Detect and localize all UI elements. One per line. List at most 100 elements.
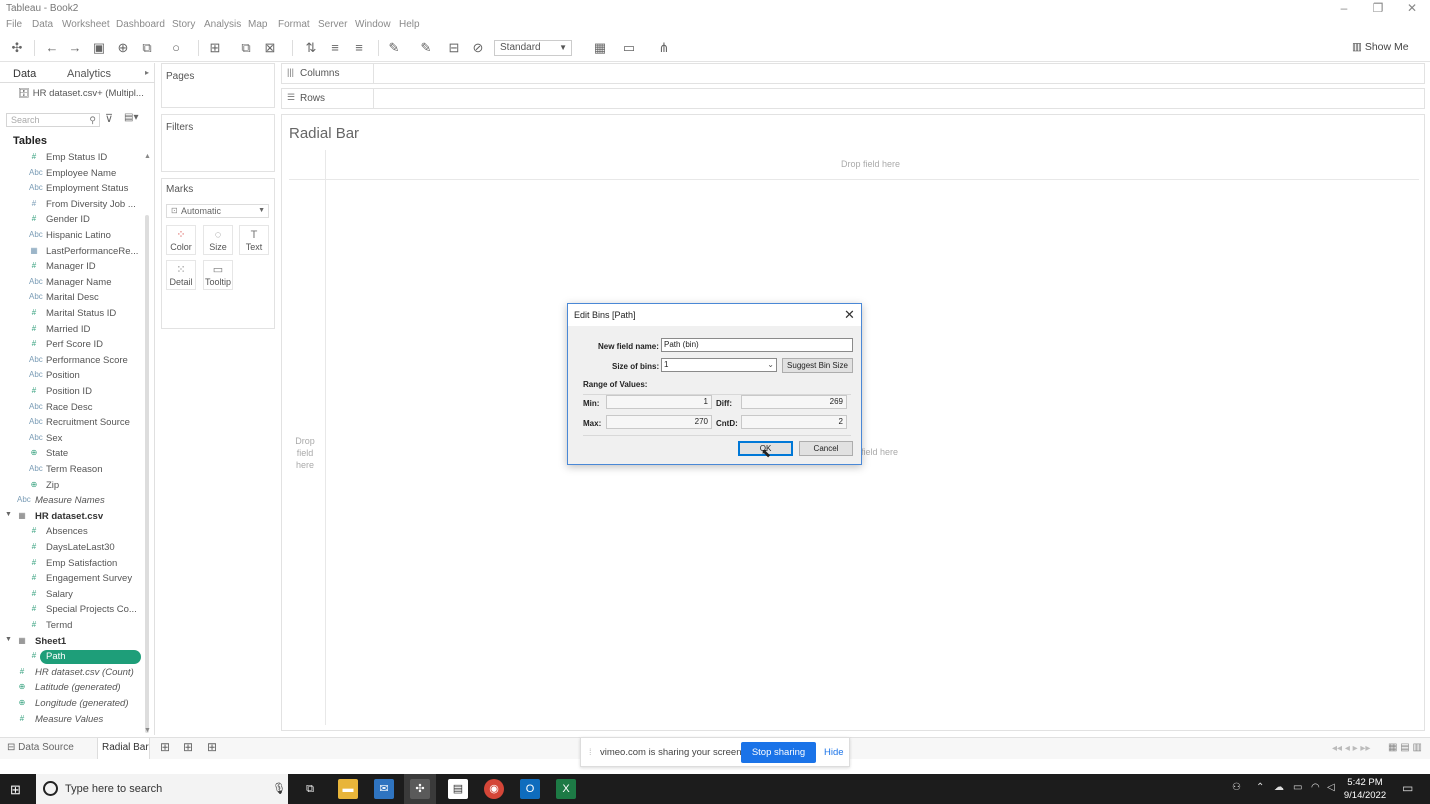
field-item[interactable]: Abc Hispanic Latino — [0, 229, 146, 244]
group-icon[interactable]: ✎ — [418, 40, 434, 56]
tab-data[interactable]: Data — [13, 68, 36, 80]
rows-shelf[interactable]: ☰ Rows — [281, 88, 1425, 109]
field-item[interactable]: Abc Race Desc — [0, 401, 146, 416]
field-item[interactable]: # Absences — [0, 525, 146, 540]
sheet-title[interactable]: Radial Bar — [289, 125, 359, 142]
field-item[interactable]: Abc Recruitment Source — [0, 416, 146, 431]
field-item[interactable]: # Married ID — [0, 323, 146, 338]
menu-server[interactable]: Server — [318, 19, 347, 30]
undo-icon[interactable]: ← — [44, 40, 60, 56]
new-worksheet-icon[interactable]: ⊞ — [160, 740, 170, 754]
scroll-down-icon[interactable]: ▼ — [144, 727, 151, 734]
drop-zone-top[interactable]: Drop field here — [841, 159, 900, 169]
microphone-icon[interactable]: 🎙 — [272, 782, 286, 795]
mark-type-select[interactable]: ⊡ Automatic ▼ — [166, 204, 269, 218]
pages-shelf[interactable]: Pages — [161, 63, 275, 108]
volume-icon[interactable]: ◁ — [1327, 782, 1335, 793]
filters-shelf[interactable]: Filters — [161, 114, 275, 172]
people-icon[interactable]: ⚇ — [1232, 782, 1241, 793]
menu-story[interactable]: Story — [172, 19, 195, 30]
tableau-logo-icon[interactable]: ✣ — [9, 40, 25, 56]
field-item[interactable]: # Measure Values — [0, 713, 146, 728]
collapse-icon[interactable]: ▼ — [5, 636, 12, 643]
save-icon[interactable]: ▣ — [91, 40, 107, 56]
labels-icon[interactable]: ⊟ — [446, 40, 462, 56]
field-item[interactable]: Abc Marital Desc — [0, 291, 146, 306]
field-item[interactable]: # Special Projects Co... — [0, 603, 146, 618]
outlook-icon[interactable]: O — [520, 779, 540, 799]
marks-color-button[interactable]: ⁘ Color — [166, 225, 196, 255]
show-cards-icon[interactable]: ▦ — [592, 40, 608, 56]
fit-select[interactable]: Standard ▼ — [494, 40, 572, 56]
menu-format[interactable]: Format — [278, 19, 310, 30]
notepad-icon[interactable]: ▤ — [448, 779, 468, 799]
field-item[interactable]: ⊕ Zip — [0, 479, 146, 494]
field-item[interactable]: # Emp Satisfaction — [0, 557, 146, 572]
field-item[interactable]: Abc Performance Score — [0, 354, 146, 369]
tab-analytics[interactable]: Analytics — [67, 68, 111, 80]
data-source-tab[interactable]: ⊟ Data Source — [7, 742, 74, 753]
close-icon[interactable]: ✕ — [1404, 1, 1420, 15]
field-item[interactable]: # DaysLateLast30 — [0, 541, 146, 556]
close-icon[interactable]: ✕ — [844, 307, 855, 323]
drop-zone-left[interactable]: Drop field here — [293, 435, 317, 471]
marks-text-button[interactable]: T Text — [239, 225, 269, 255]
excel-icon[interactable]: X — [556, 779, 576, 799]
menu-file[interactable]: File — [6, 19, 22, 30]
restore-icon[interactable]: ❐ — [1370, 1, 1386, 15]
menu-window[interactable]: Window — [355, 19, 391, 30]
windows-start-icon[interactable]: ⊞ — [10, 782, 21, 798]
taskbar-clock[interactable]: 5:42 PM 9/14/2022 — [1340, 776, 1390, 802]
share-icon[interactable]: ⋔ — [656, 40, 672, 56]
swap-icon[interactable]: ⇅ — [303, 40, 319, 56]
field-item[interactable]: Abc Position — [0, 369, 146, 384]
suggest-bin-size-button[interactable]: Suggest Bin Size — [782, 358, 853, 373]
search-input[interactable]: Search ⚲ — [6, 113, 100, 127]
new-datasource-icon[interactable]: ⊕ — [115, 40, 131, 56]
task-view-icon[interactable]: ⧉ — [300, 779, 320, 799]
field-item[interactable]: Abc Employment Status — [0, 182, 146, 197]
field-item[interactable]: Abc Employee Name — [0, 167, 146, 182]
highlight-icon[interactable]: ✎ — [386, 40, 402, 56]
chevron-up-icon[interactable]: ⌃ — [1256, 782, 1264, 793]
minimize-icon[interactable]: – — [1336, 1, 1352, 15]
battery-icon[interactable]: ▭ — [1293, 782, 1302, 793]
menu-help[interactable]: Help — [399, 19, 420, 30]
field-item[interactable]: # From Diversity Job ... — [0, 198, 146, 213]
menu-map[interactable]: Map — [248, 19, 267, 30]
mail-icon[interactable]: ✉ — [374, 779, 394, 799]
field-item[interactable]: # Gender ID — [0, 213, 146, 228]
sort-ascending-icon[interactable]: ≡ — [327, 40, 343, 56]
table-group[interactable]: ▼ ▦ Sheet1 — [0, 635, 146, 650]
field-item[interactable]: ⊕ Latitude (generated) — [0, 681, 146, 696]
file-explorer-icon[interactable]: ▬ — [338, 779, 358, 799]
marks-size-button[interactable]: ◌ Size — [203, 225, 233, 255]
menu-worksheet[interactable]: Worksheet — [62, 19, 110, 30]
drag-handle-icon[interactable]: ⁞ — [589, 747, 592, 757]
refresh-icon[interactable]: ○ — [168, 40, 184, 56]
cloud-icon[interactable]: ☁ — [1274, 782, 1284, 793]
field-item[interactable]: # Emp Status ID — [0, 151, 146, 166]
hide-button[interactable]: Hide — [824, 747, 844, 758]
wifi-icon[interactable]: ◠ — [1311, 782, 1320, 793]
table-group[interactable]: ▼ ▦ HR dataset.csv — [0, 510, 146, 525]
field-item[interactable]: Abc Term Reason — [0, 463, 146, 478]
field-item[interactable]: # Marital Status ID — [0, 307, 146, 322]
show-me-button[interactable]: ▥ Show Me — [1352, 41, 1409, 53]
field-item[interactable]: Abc Measure Names — [0, 494, 146, 509]
menu-analysis[interactable]: Analysis — [204, 19, 241, 30]
field-item[interactable]: ⊕ Longitude (generated) — [0, 697, 146, 712]
field-item[interactable]: # HR dataset.csv (Count) — [0, 666, 146, 681]
field-item[interactable]: ⊕ State — [0, 447, 146, 462]
field-item[interactable]: # Position ID — [0, 385, 146, 400]
columns-shelf[interactable]: ||| Columns — [281, 63, 1425, 84]
field-item[interactable]: # Termd — [0, 619, 146, 634]
filter-icon[interactable]: ⊽ — [105, 112, 113, 125]
drop-zone-center[interactable]: field here — [861, 447, 898, 457]
field-item[interactable]: # Path — [0, 650, 146, 665]
size-of-bins-input[interactable]: 1 ⌄ — [661, 358, 777, 372]
field-item[interactable]: # Engagement Survey — [0, 572, 146, 587]
datasource-item[interactable]: 🗄 HR dataset.csv+ (Multipl... — [18, 88, 144, 99]
tab-nav-icon[interactable]: ◂◂ ◂ ▸ ▸▸ — [1332, 743, 1370, 754]
new-worksheet-icon[interactable]: ⊞ — [207, 40, 223, 56]
